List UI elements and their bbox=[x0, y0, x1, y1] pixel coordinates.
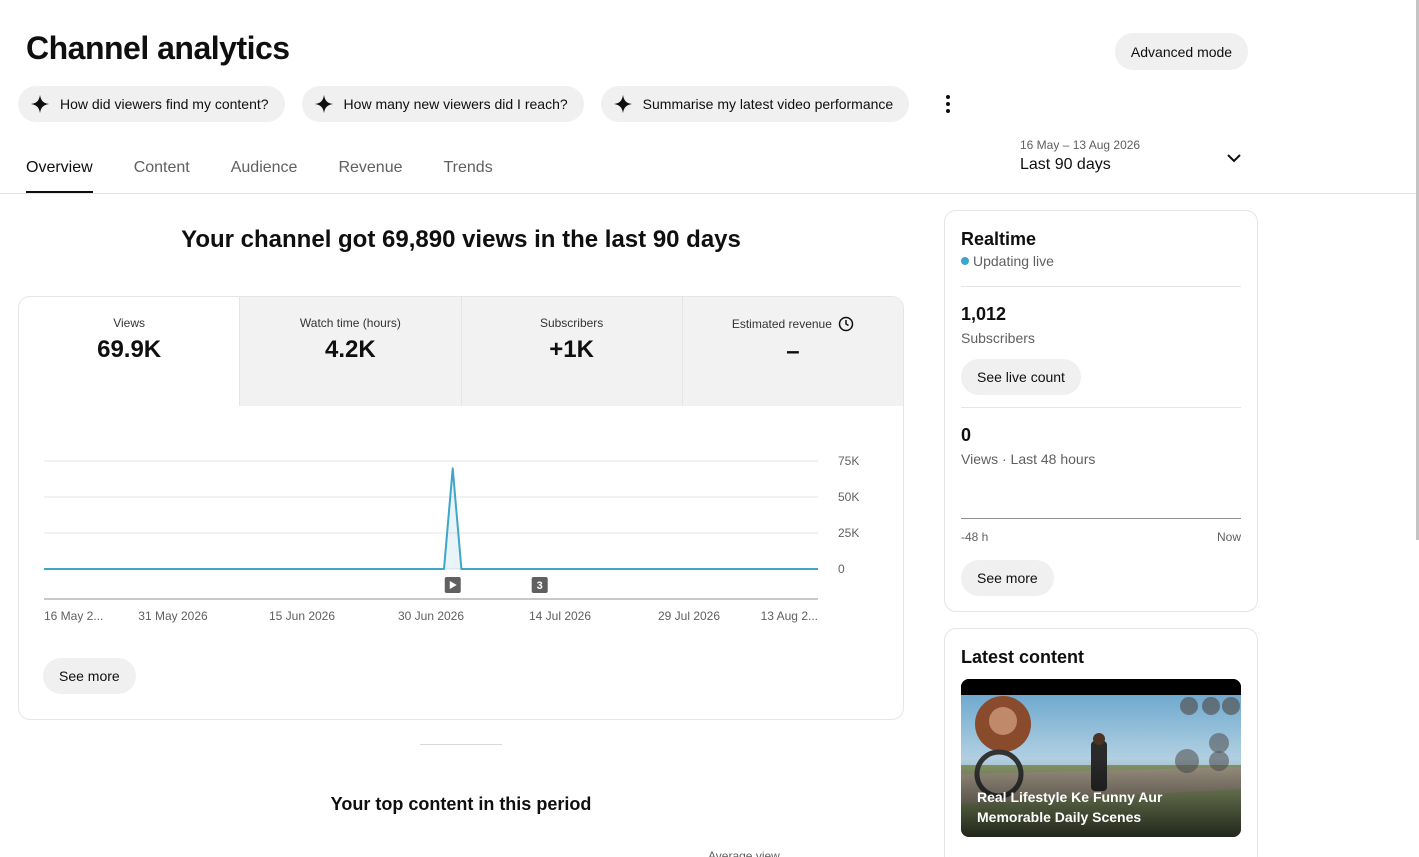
suggestion-chip-summarise[interactable]: Summarise my latest video performance bbox=[600, 86, 910, 122]
date-range-label: Last 90 days bbox=[1020, 156, 1111, 173]
realtime-chart-axis bbox=[961, 518, 1241, 519]
suggestion-chips: How did viewers find my content? How man… bbox=[18, 86, 958, 122]
metric-label: Watch time (hours) bbox=[299, 316, 401, 330]
metric-value: +1K bbox=[549, 336, 594, 363]
realtime-views-count: 0 bbox=[961, 425, 972, 445]
series-line bbox=[44, 467, 818, 570]
divider bbox=[961, 407, 1241, 408]
realtime-views-label: Views · Last 48 hours bbox=[961, 451, 1096, 467]
divider bbox=[961, 286, 1241, 287]
suggestion-chip-new-viewers[interactable]: How many new viewers did I reach? bbox=[301, 86, 584, 122]
date-range-dates: 16 May – 13 Aug 2026 bbox=[1020, 138, 1141, 152]
more-options-icon[interactable] bbox=[938, 86, 958, 122]
tab-overview[interactable]: Overview bbox=[26, 150, 93, 193]
axis-label-end: Now bbox=[1216, 530, 1241, 544]
x-tick-label: 31 May 2026 bbox=[138, 609, 208, 623]
video-thumbnail[interactable]: Real Lifestyle Ke Funny Aur Memorable Da… bbox=[961, 679, 1241, 837]
views-chart: 75K 50K 25K 0 16 May 2... 31 May 2026 15 Jun 2… bbox=[44, 454, 859, 623]
top-content-title: Your top content in this period bbox=[330, 794, 592, 814]
tab-audience[interactable]: Audience bbox=[231, 150, 298, 193]
tab-content[interactable]: Content bbox=[134, 150, 190, 193]
realtime-card: Realtime Updating live 1,012 Subscribers… bbox=[944, 210, 1258, 612]
chevron-down-icon bbox=[1227, 154, 1241, 163]
see-more-button[interactable]: See more bbox=[43, 658, 136, 694]
metric-revenue[interactable]: Estimated revenue – bbox=[681, 297, 903, 406]
y-tick-label: 50K bbox=[838, 490, 859, 504]
metric-label: Subscribers bbox=[539, 316, 604, 330]
advanced-mode-button[interactable]: Advanced mode bbox=[1115, 33, 1248, 70]
overview-headline: Your channel got 69,890 views in the las… bbox=[181, 226, 741, 253]
chip-label: How did viewers find my content? bbox=[60, 96, 269, 112]
page-title: Channel analytics bbox=[26, 30, 290, 66]
sparkle-icon bbox=[314, 94, 333, 114]
metric-tabs: Views 69.9K Watch time (hours) 4.2K Subs… bbox=[19, 297, 903, 406]
see-live-count-button[interactable]: See live count bbox=[961, 359, 1081, 395]
series-area bbox=[44, 468, 818, 569]
analytics-tabs: Overview Content Audience Revenue Trends bbox=[26, 150, 493, 193]
latest-content-title: Latest content bbox=[961, 647, 1085, 667]
subscriber-label: Subscribers bbox=[961, 330, 1035, 346]
y-tick-label: 0 bbox=[838, 562, 845, 576]
tab-revenue[interactable]: Revenue bbox=[338, 150, 402, 193]
y-tick-label: 75K bbox=[838, 454, 859, 468]
sparkle-icon bbox=[30, 94, 50, 114]
sparkle-icon bbox=[613, 94, 632, 114]
x-tick-label: 15 Jun 2026 bbox=[269, 609, 335, 623]
live-status-label: Updating live bbox=[973, 253, 1054, 269]
realtime-see-more-button[interactable]: See more bbox=[961, 560, 1054, 596]
suggestion-chip-viewers[interactable]: How did viewers find my content? bbox=[18, 86, 285, 122]
metric-subscribers[interactable]: Subscribers +1K bbox=[460, 297, 682, 406]
metric-value: 69.9K bbox=[97, 336, 162, 363]
y-tick-label: 25K bbox=[838, 526, 859, 540]
x-tick-label: 13 Aug 2... bbox=[761, 609, 818, 623]
clock-icon bbox=[838, 316, 854, 332]
x-tick-label: 29 Jul 2026 bbox=[658, 609, 720, 623]
metric-watch-time[interactable]: Watch time (hours) 4.2K bbox=[239, 297, 461, 406]
live-dot-icon bbox=[961, 257, 969, 265]
subscriber-count: 1,012 bbox=[961, 304, 1007, 324]
date-range-picker[interactable]: 16 May – 13 Aug 2026 Last 90 days bbox=[1020, 138, 1246, 178]
latest-content-card: Latest content Real Lifestyle Ke Funny A… bbox=[944, 628, 1258, 857]
live-status: Updating live bbox=[961, 253, 1054, 269]
chip-label: Summarise my latest video performance bbox=[642, 96, 894, 112]
x-tick-label: 16 May 2... bbox=[44, 609, 103, 623]
tabs-divider bbox=[0, 193, 1419, 194]
x-tick-label: 30 Jun 2026 bbox=[398, 609, 464, 623]
chip-label: How many new viewers did I reach? bbox=[343, 96, 568, 112]
overview-card: Views 69.9K Watch time (hours) 4.2K Subs… bbox=[18, 296, 904, 720]
video-title: Real Lifestyle Ke Funny Aur Memorable Da… bbox=[977, 789, 1163, 825]
tab-trends[interactable]: Trends bbox=[444, 150, 493, 193]
metric-value: 4.2K bbox=[325, 336, 376, 363]
axis-label-start: -48 h bbox=[961, 530, 989, 544]
x-tick-label: 14 Jul 2026 bbox=[529, 609, 591, 623]
realtime-title: Realtime bbox=[961, 229, 1037, 249]
marker-count-label: 3 bbox=[537, 580, 543, 592]
metric-label: Views bbox=[113, 316, 146, 330]
section-divider bbox=[420, 744, 502, 745]
metric-value: – bbox=[786, 338, 800, 365]
column-header-average-view: Average view bbox=[708, 849, 780, 857]
metric-label: Estimated revenue bbox=[731, 317, 832, 331]
metric-views[interactable]: Views 69.9K bbox=[19, 297, 240, 406]
